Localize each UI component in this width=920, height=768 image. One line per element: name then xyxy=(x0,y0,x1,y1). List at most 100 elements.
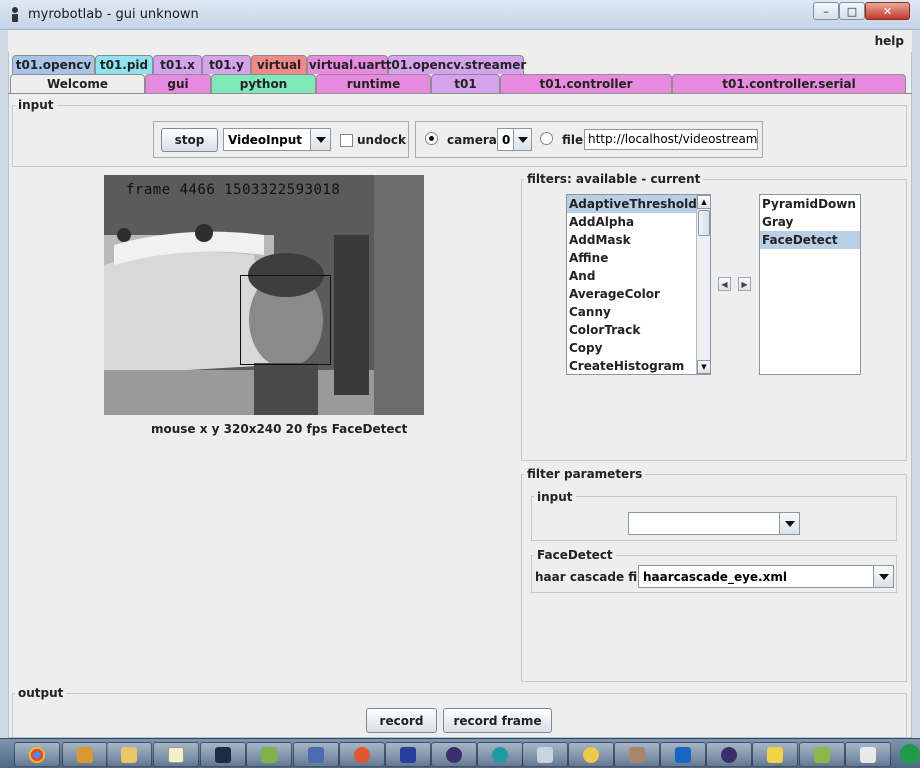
tab-t01-opencv[interactable]: t01.opencv xyxy=(12,55,95,74)
list-item[interactable]: FaceDetect xyxy=(760,231,860,249)
tab-gui[interactable]: gui xyxy=(145,74,211,93)
tab-runtime[interactable]: runtime xyxy=(316,74,431,93)
list-item[interactable]: AdaptiveThreshold xyxy=(567,195,697,213)
taskbar-terminal[interactable] xyxy=(200,742,246,767)
taskbar-app[interactable] xyxy=(62,742,108,767)
eclipse-icon xyxy=(721,746,737,763)
app-icon xyxy=(308,746,324,763)
taskbar-app[interactable] xyxy=(568,742,614,767)
list-item[interactable]: ColorTrack xyxy=(567,321,696,339)
maximize-icon: □ xyxy=(846,4,858,18)
tab-label: t01.opencv xyxy=(15,58,92,72)
list-item[interactable]: Canny xyxy=(567,303,696,321)
list-item[interactable]: Copy xyxy=(567,339,696,357)
tab-t01[interactable]: t01 xyxy=(431,74,500,93)
taskbar-notepad[interactable] xyxy=(153,742,199,767)
taskbar-eclipse[interactable] xyxy=(431,742,477,767)
list-item[interactable]: PyramidDown xyxy=(760,195,860,213)
tab-python[interactable]: python xyxy=(211,74,316,93)
undock-checkbox[interactable] xyxy=(340,134,353,147)
tab-t01-controller-serial[interactable]: t01.controller.serial xyxy=(672,74,906,93)
scroll-up-icon[interactable]: ▲ xyxy=(697,195,710,209)
tab-t01-x[interactable]: t01.x xyxy=(153,55,202,74)
scroll-down-icon[interactable]: ▼ xyxy=(697,360,710,374)
tab-t01-controller[interactable]: t01.controller xyxy=(500,74,672,93)
scroll-thumb[interactable] xyxy=(698,210,710,236)
taskbar-myrobotlab[interactable] xyxy=(845,742,891,767)
list-item[interactable]: Gray xyxy=(760,213,860,231)
camera-index-select[interactable]: 0 xyxy=(497,128,532,151)
tab-label: runtime xyxy=(346,77,401,91)
tab-t01-y[interactable]: t01.y xyxy=(202,55,251,74)
tab-label: t01.controller.serial xyxy=(722,77,856,91)
list-item[interactable]: Affine xyxy=(567,249,696,267)
file-url-input[interactable]: http://localhost/videostream.cgi xyxy=(584,129,758,150)
close-button[interactable]: ✕ xyxy=(865,2,910,20)
source-select[interactable]: VideoInput xyxy=(223,128,331,151)
taskbar-chrome[interactable] xyxy=(14,742,60,767)
tab-virtual-uart[interactable]: virtual.uart xyxy=(307,55,388,74)
taskbar-app[interactable] xyxy=(752,742,798,767)
taskbar-explorer[interactable] xyxy=(106,742,152,767)
app-icon xyxy=(629,746,645,763)
app-icon xyxy=(8,6,22,24)
taskbar-arduino[interactable] xyxy=(477,742,523,767)
list-item[interactable]: AverageColor xyxy=(567,285,696,303)
video-status: mouse x y 320x240 20 fps FaceDetect xyxy=(151,422,408,436)
camera-index-value: 0 xyxy=(502,132,511,147)
camera-label: camera xyxy=(447,133,497,147)
file-radio[interactable] xyxy=(540,132,553,145)
video-display[interactable]: frame 4466 1503322593018 xyxy=(104,175,424,415)
app-icon xyxy=(261,746,277,763)
tab-welcome[interactable]: Welcome xyxy=(10,74,145,93)
terminal-icon xyxy=(215,746,231,763)
hangouts-icon[interactable] xyxy=(900,744,920,764)
app-icon xyxy=(767,746,783,763)
taskbar-app[interactable] xyxy=(614,742,660,767)
taskbar-outlook[interactable] xyxy=(660,742,706,767)
haar-cascade-value: haarcascade_eye.xml xyxy=(643,569,787,584)
list-item[interactable]: CreateHistogram xyxy=(567,357,696,374)
notepad-icon xyxy=(168,746,184,763)
taskbar-app[interactable] xyxy=(246,742,292,767)
app-icon xyxy=(814,746,830,763)
app-icon xyxy=(77,746,93,763)
camera-radio[interactable] xyxy=(425,132,438,145)
outlook-icon xyxy=(675,746,691,763)
tab-underline xyxy=(8,93,912,94)
taskbar-app[interactable] xyxy=(799,742,845,767)
tab-label: t01.pid xyxy=(99,58,149,72)
help-menu[interactable]: help xyxy=(875,34,904,48)
tab-label: gui xyxy=(167,77,189,91)
move-left-icon[interactable]: ◀ xyxy=(718,277,731,291)
maximize-button[interactable]: □ xyxy=(839,2,865,20)
taskbar-app[interactable] xyxy=(339,742,385,767)
taskbar-app[interactable] xyxy=(522,742,568,767)
list-item[interactable]: AddMask xyxy=(567,231,696,249)
record-button[interactable]: record xyxy=(366,708,437,733)
tab-t01-opencv-streamer[interactable]: t01.opencv.streamer xyxy=(386,55,526,74)
app-icon xyxy=(537,746,553,763)
param-input-select[interactable] xyxy=(628,512,800,535)
move-right-icon[interactable]: ▶ xyxy=(738,277,751,291)
record-frame-button[interactable]: record frame xyxy=(443,708,552,733)
available-list-scrollbar[interactable]: ▲ ▼ xyxy=(696,195,710,374)
eclipse-icon xyxy=(446,746,462,763)
minimize-button[interactable]: – xyxy=(813,2,839,20)
taskbar-app[interactable] xyxy=(385,742,431,767)
taskbar-eclipse[interactable] xyxy=(706,742,752,767)
tab-virtual[interactable]: virtual xyxy=(251,55,307,74)
haar-cascade-select[interactable]: haarcascade_eye.xml xyxy=(638,565,894,588)
file-label: file xyxy=(562,133,584,147)
stop-button[interactable]: stop xyxy=(161,128,218,152)
close-icon: ✕ xyxy=(882,4,893,18)
tab-t01-pid[interactable]: t01.pid xyxy=(95,55,153,74)
current-filters-list[interactable]: PyramidDown Gray FaceDetect xyxy=(759,194,861,375)
list-item[interactable]: And xyxy=(567,267,696,285)
list-item[interactable]: AddAlpha xyxy=(567,213,696,231)
tab-label: virtual xyxy=(256,58,302,72)
app-icon xyxy=(354,746,370,763)
taskbar-app[interactable] xyxy=(293,742,339,767)
chevron-down-icon xyxy=(873,566,893,587)
available-filters-list[interactable]: AdaptiveThreshold AddAlpha AddMask Affin… xyxy=(566,194,711,375)
